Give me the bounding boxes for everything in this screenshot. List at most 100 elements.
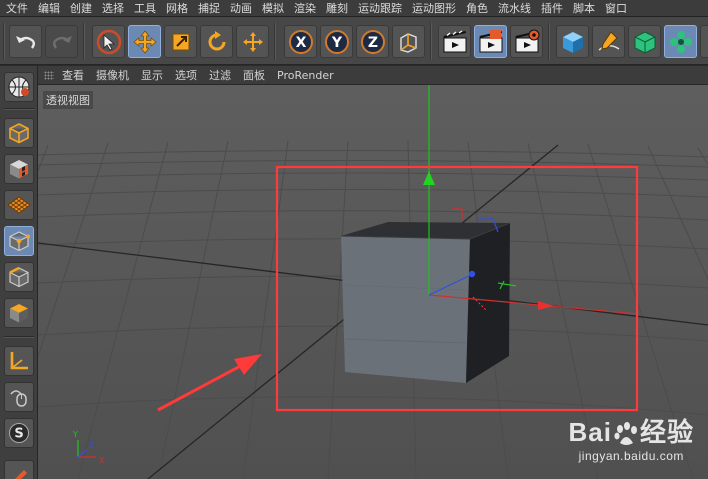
menu-file[interactable]: 文件 [6,0,28,16]
menu-mesh[interactable]: 网格 [166,0,188,16]
cube-object-button[interactable] [556,25,589,58]
left-mode-palette: S [0,66,38,479]
viewport-menu-panel[interactable]: 面板 [243,67,265,83]
coordinate-system-button[interactable] [392,25,425,58]
main-toolbar: X Y Z [0,17,708,65]
pen-spline-button[interactable] [592,25,625,58]
points-mode-button[interactable] [4,226,34,256]
menu-tools[interactable]: 工具 [134,0,156,16]
menu-edit[interactable]: 编辑 [38,0,60,16]
baidu-logo: Bai 经验 [568,416,694,447]
paint-tool-button[interactable] [4,460,34,479]
menu-select[interactable]: 选择 [102,0,124,16]
world-axis-indicator: Y X Z [72,430,105,465]
menu-script[interactable]: 脚本 [573,0,595,16]
perspective-viewport[interactable]: Y X Z 透视视图 Bai 经验 jingyan.baidu.com [38,85,708,479]
transform-tool-button[interactable] [236,25,269,58]
subdivision-surface-button[interactable] [628,25,661,58]
menu-snap[interactable]: 捕捉 [198,0,220,16]
polygons-mode-button[interactable] [4,298,34,328]
scale-tool-button[interactable] [164,25,197,58]
cube-outline-orange-icon [9,123,29,144]
viewport-menu-filter[interactable]: 过滤 [209,67,231,83]
menu-character[interactable]: 角色 [466,0,488,16]
workplane-mode-button[interactable] [4,190,34,220]
brush-icon [15,470,27,479]
rotate-icon [208,30,225,50]
world-coordinates-icon [399,32,417,53]
axis-mode-button[interactable] [4,346,34,376]
palette-separator [4,336,34,338]
live-selection-button[interactable] [92,25,125,58]
selection-arrow-icon [96,29,121,54]
viewport-menu-display[interactable]: 显示 [141,67,163,83]
viewport-menu-cameras[interactable]: 摄像机 [96,67,129,83]
y-axis-lock-button[interactable]: Y [320,25,353,58]
palette-separator [4,108,34,110]
menu-sculpt[interactable]: 雕刻 [326,0,348,16]
rotate-tool-button[interactable] [200,25,233,58]
menu-create[interactable]: 创建 [70,0,92,16]
x-axis-icon: X [288,29,313,54]
globe-checker-icon [8,76,30,98]
subdivision-cube-icon [634,30,655,54]
annotation-arrow [157,354,262,412]
menu-simulate[interactable]: 模拟 [262,0,284,16]
redo-icon [52,35,72,49]
menu-plugins[interactable]: 插件 [541,0,563,16]
cube-object[interactable] [340,222,511,383]
watermark-url: jingyan.baidu.com [578,449,684,463]
viewport-menu-options[interactable]: 选项 [175,67,197,83]
svg-text:S: S [14,427,23,442]
x-axis-arrow-handle[interactable] [538,301,554,310]
make-editable-button[interactable] [4,72,34,102]
x-axis-lock-button[interactable]: X [284,25,317,58]
z-axis-handle[interactable] [468,270,476,278]
cube-edges-icon [9,266,29,288]
render-to-picture-viewer-button[interactable] [474,25,507,58]
panel-grip-icon[interactable] [44,70,54,80]
transform-cross-icon [242,31,263,52]
cloner-button[interactable] [664,25,697,58]
toolbar-separator [3,23,5,60]
menu-motion-tracking[interactable]: 运动跟踪 [358,0,402,16]
z-axis-lock-button[interactable]: Z [356,25,389,58]
texture-mode-button[interactable] [4,154,34,184]
toolbar-overflow[interactable] [700,25,708,58]
svg-text:X: X [99,456,105,465]
svg-text:Z: Z [89,441,95,450]
menu-window[interactable]: 窗口 [605,0,627,16]
undo-button[interactable] [9,25,42,58]
menu-animate[interactable]: 动画 [230,0,252,16]
viewport-menu-view[interactable]: 查看 [62,67,84,83]
menu-pipeline[interactable]: 流水线 [498,0,531,16]
render-settings-button[interactable] [510,25,543,58]
scale-icon [172,33,189,50]
cube-icon [562,31,583,53]
menu-render[interactable]: 渲染 [294,0,316,16]
move-cross-icon [132,29,157,54]
toolbar-separator [548,23,550,60]
menu-mograph[interactable]: 运动图形 [412,0,456,16]
svg-text:Y: Y [72,430,78,439]
tweak-mode-button[interactable] [4,382,34,412]
clapperboard-settings-icon [515,29,539,52]
svg-text:Y: Y [330,35,342,51]
baidu-jingyan-watermark: Bai 经验 jingyan.baidu.com [569,417,694,463]
y-axis-icon: Y [324,29,349,54]
redo-button[interactable] [45,25,78,58]
clapperboard-icon [443,29,466,52]
cube-polygons-icon [10,304,28,323]
svg-text:Z: Z [367,35,377,51]
viewport-menu-bar: 查看 摄像机 显示 选项 过滤 面板 ProRender [38,66,708,85]
edges-mode-button[interactable] [4,262,34,292]
svg-text:X: X [295,35,306,51]
undo-icon [15,35,35,49]
viewport-menu-prorender[interactable]: ProRender [277,69,334,82]
pen-icon [598,30,619,51]
move-tool-button[interactable] [128,25,161,58]
model-mode-button[interactable] [4,118,34,148]
snapping-button[interactable]: S [4,418,34,448]
render-view-button[interactable] [438,25,471,58]
cloner-icon [669,30,692,53]
